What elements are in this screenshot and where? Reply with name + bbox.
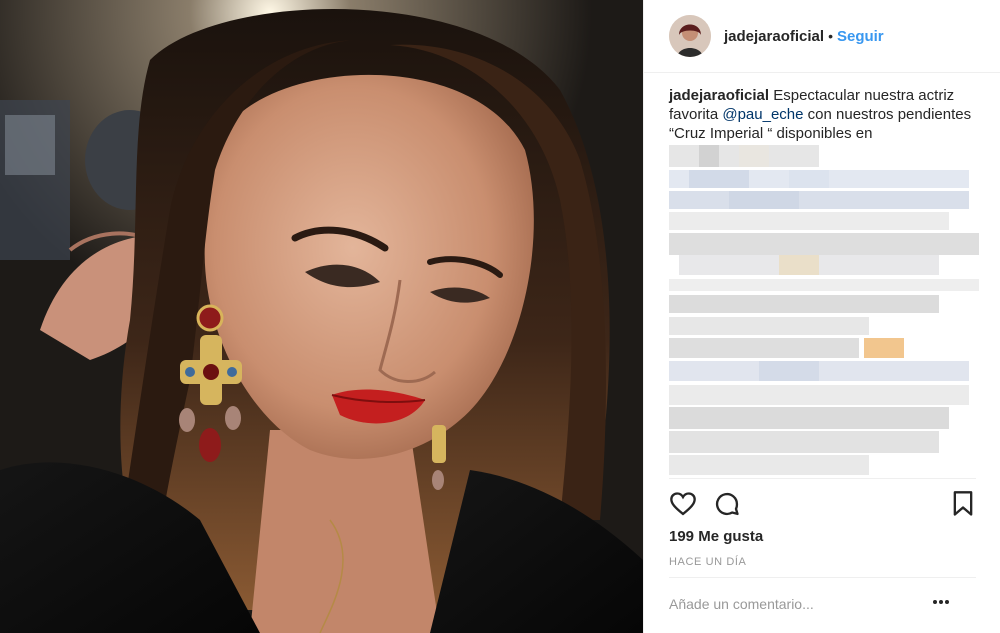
photo-illustration — [0, 0, 643, 633]
post-photo[interactable] — [0, 0, 643, 633]
divider — [669, 478, 976, 479]
post-timestamp: HACE UN DÍA — [669, 556, 747, 568]
post-header: jadejaraoficial • Seguir — [644, 0, 1000, 73]
comment-input[interactable] — [669, 592, 929, 616]
pixelated-comments-area — [669, 145, 979, 485]
post-actions — [669, 490, 979, 522]
post-caption: jadejaraoficial Espectacular nuestra act… — [669, 86, 984, 143]
comment-box — [669, 577, 976, 633]
heart-icon[interactable] — [669, 490, 697, 523]
post-side-panel: jadejaraoficial • Seguir jadejaraoficial… — [643, 0, 1000, 633]
caption-username-link[interactable]: jadejaraoficial — [669, 87, 769, 104]
username-link[interactable]: jadejaraoficial — [724, 28, 824, 45]
likes-count[interactable]: 199 Me gusta — [669, 528, 763, 545]
more-dots-icon[interactable] — [931, 592, 951, 617]
mention-link[interactable]: @pau_eche — [722, 106, 803, 123]
avatar-image — [669, 15, 711, 57]
comment-bubble-icon[interactable] — [713, 490, 741, 523]
header-separator: • — [828, 28, 833, 44]
bookmark-icon[interactable] — [951, 490, 975, 523]
instagram-post: jadejaraoficial • Seguir jadejaraoficial… — [0, 0, 1000, 633]
pixelated-censor-block — [669, 145, 979, 475]
avatar[interactable] — [669, 15, 711, 57]
follow-button[interactable]: Seguir — [837, 28, 884, 45]
